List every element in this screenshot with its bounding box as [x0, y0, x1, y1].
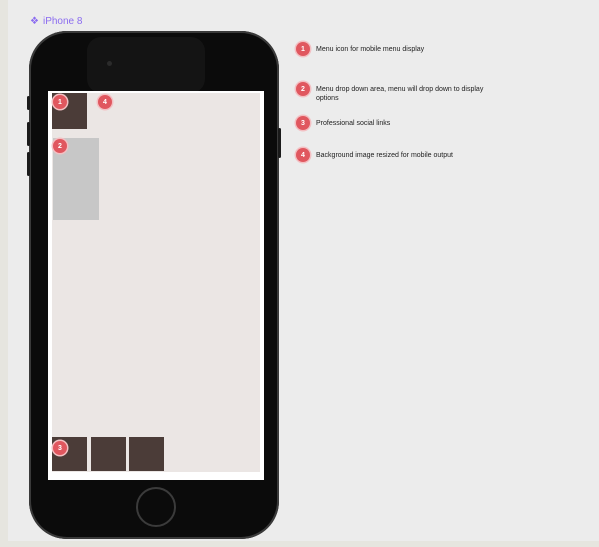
phone-top-bezel: [87, 37, 205, 93]
legend-text: Professional social links: [316, 120, 391, 127]
legend-text: Menu icon for mobile menu display: [316, 46, 425, 53]
legend-text: Background image resized for mobile outp…: [316, 152, 453, 159]
home-button: [136, 487, 176, 527]
social-link-2: [91, 437, 126, 471]
component-icon: ❖: [30, 15, 39, 27]
legend-badge: 2: [296, 82, 310, 96]
badge-menu-icon: 1: [53, 95, 67, 109]
legend-item-3: 3 Professional social links: [296, 116, 506, 130]
canvas-edge-left: [0, 0, 8, 547]
canvas-edge-bottom: [0, 541, 599, 547]
badge-background: 4: [98, 95, 112, 109]
legend-badge: 1: [296, 42, 310, 56]
legend-text: Menu drop down area, menu will drop down…: [316, 86, 484, 102]
social-link-3: [129, 437, 164, 471]
frame-label-text: iPhone 8: [42, 16, 83, 27]
legend-item-4: 4 Background image resized for mobile ou…: [296, 148, 506, 162]
frame-label[interactable]: ❖ iPhone 8: [30, 16, 82, 27]
badge-dropdown: 2: [53, 139, 67, 153]
legend-item-2: 2 Menu drop down area, menu will drop do…: [296, 82, 501, 103]
camera-icon: [107, 61, 112, 66]
power-button: [278, 128, 281, 158]
silent-switch: [27, 96, 30, 110]
legend-item-1: 1 Menu icon for mobile menu display: [296, 42, 506, 56]
badge-social: 3: [53, 441, 67, 455]
volume-up-button: [27, 122, 30, 146]
volume-down-button: [27, 152, 30, 176]
legend-badge: 3: [296, 116, 310, 130]
legend-badge: 4: [296, 148, 310, 162]
